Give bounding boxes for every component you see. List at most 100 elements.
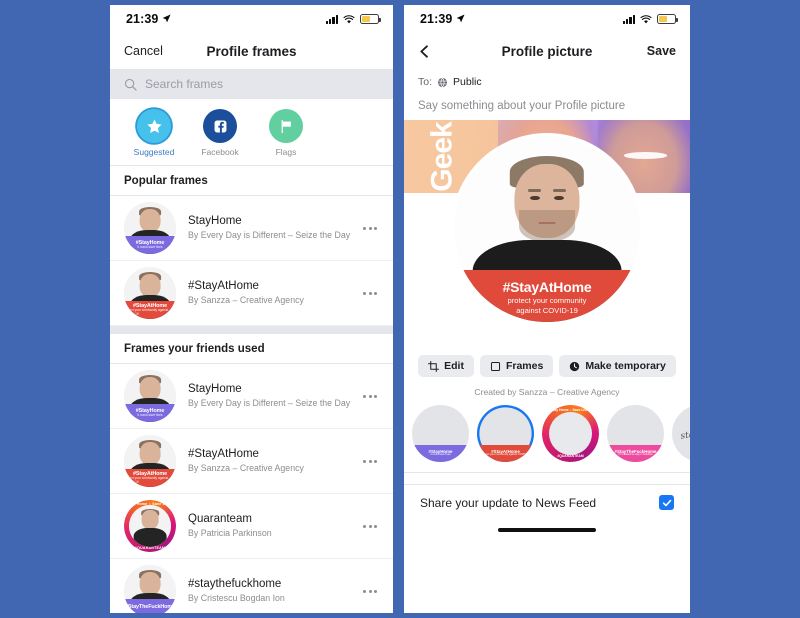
share-to-newsfeed-row[interactable]: Share your update to News Feed — [404, 484, 690, 522]
avatar: #StayHome it could save lives — [124, 202, 176, 254]
more-options-icon[interactable] — [363, 291, 381, 295]
avatar: #StayAtHome protect your community again… — [124, 435, 176, 487]
frame-author: By Sanzza – Creative Agency — [188, 295, 304, 306]
audience-prefix: To: — [418, 76, 433, 88]
make-temporary-button[interactable]: Make temporary — [559, 355, 676, 377]
cellular-bars-icon — [622, 14, 635, 24]
category-tabs: Suggested Facebook Flags — [110, 99, 393, 166]
edit-button[interactable]: Edit — [418, 355, 474, 377]
frame-band-sub: it could save lives — [137, 245, 163, 250]
frame-headline: #StayAtHome — [502, 278, 592, 295]
avatar: #StayAtHome protect your community again… — [124, 267, 176, 319]
category-label: Flags — [275, 147, 297, 157]
share-label: Share your update to News Feed — [420, 495, 597, 510]
battery-low-power-icon — [657, 14, 678, 24]
carousel-frame-selected[interactable]: #StayAtHome protect your community again… — [477, 405, 534, 462]
frame-list-item[interactable]: #StayAtHome protect your community again… — [110, 261, 393, 326]
wifi-icon — [640, 14, 652, 23]
carousel-frame[interactable]: Stay Home ⌂ Save Lives #QUARANTEAM — [542, 405, 599, 462]
section-header-popular: Popular frames — [110, 166, 393, 196]
frame-text: StayHome By Every Day is Different – Sei… — [188, 382, 351, 410]
category-tab-facebook[interactable]: Facebook — [198, 109, 242, 157]
share-checkbox[interactable] — [659, 495, 674, 510]
more-options-icon[interactable] — [363, 524, 381, 528]
location-arrow-icon — [163, 13, 172, 22]
frame-band-sub: I'm blessed to stay in isolation — [618, 453, 653, 457]
frame-band-sub: it could save lives — [137, 413, 163, 418]
compose-input[interactable]: Say something about your Profile picture — [404, 94, 690, 120]
frame-title: #StayAtHome — [188, 280, 259, 293]
facebook-f-icon — [214, 120, 226, 132]
more-options-icon[interactable] — [363, 459, 381, 463]
cellular-bars-icon — [325, 14, 338, 24]
search-input[interactable]: Search frames — [110, 69, 393, 99]
more-options-icon[interactable] — [363, 589, 381, 593]
frame-title: StayHome — [188, 215, 242, 228]
frame-text: #staythefuckhome By Cristescu Bogdan Ion — [188, 577, 351, 605]
script-frame-text: stay safe — [679, 426, 690, 442]
cancel-button[interactable]: Cancel — [124, 44, 163, 58]
category-tab-flags[interactable]: Flags — [264, 109, 308, 157]
save-button[interactable]: Save — [647, 44, 676, 58]
frame-band-sub: protect your community against COVID-19 — [481, 453, 530, 457]
frame-band: #StayAtHome protect your community again… — [124, 469, 176, 487]
category-tab-suggested[interactable]: Suggested — [132, 109, 176, 157]
battery-low-power-icon — [360, 14, 381, 24]
profile-avatar[interactable]: #StayAtHome protect your community again… — [454, 136, 640, 322]
frame-band-text: #StayTheFuckHome — [125, 604, 175, 611]
more-options-icon[interactable] — [363, 394, 381, 398]
location-arrow-icon — [457, 13, 466, 22]
more-options-icon[interactable] — [363, 226, 381, 230]
audience-value: Public — [453, 76, 482, 88]
frame-band: #StayTheFuckHome — [124, 599, 176, 613]
carousel-frame[interactable]: #StayTheFuckHome I'm blessed to stay in … — [607, 405, 664, 462]
frame-list-item[interactable]: #StayHome it could save lives StayHome B… — [110, 196, 393, 261]
frame-title: StayHome — [188, 383, 242, 396]
carousel-frame[interactable]: stay safe — [672, 405, 690, 462]
status-bar-left-group: 21:39 — [126, 12, 172, 26]
spacer — [404, 472, 690, 484]
wifi-icon — [343, 14, 355, 23]
frame-thumbnail: #StayAtHome protect your community again… — [124, 435, 176, 487]
frame-band: #StayTheFuckHome I'm blessed to stay in … — [607, 444, 664, 462]
frame-text: #StayAtHome By Sanzza – Creative Agency — [188, 279, 351, 307]
category-label: Facebook — [201, 147, 239, 157]
frame-thumbnail: #StayAtHome protect your community again… — [124, 267, 176, 319]
home-indicator — [498, 528, 596, 532]
frame-list-item[interactable]: Stay Home ⌂ Save Lives #QUARANTEAM Quara… — [110, 494, 393, 559]
frame-band: #StayHome it could save lives — [124, 404, 176, 422]
home-indicator-area — [404, 522, 690, 539]
frame-band-sub: protect your community against COVID-19 — [124, 308, 169, 316]
frame-title: #staythefuckhome — [188, 578, 282, 591]
section-header-friends: Frames your friends used — [110, 334, 393, 364]
frame-list-item[interactable]: #StayAtHome protect your community again… — [110, 429, 393, 494]
frame-subline-2: against COVID-19 — [516, 306, 578, 316]
frame-text: StayHome By Every Day is Different – Sei… — [188, 214, 351, 242]
frame-thumbnail: Stay Home ⌂ Save Lives #QUARANTEAM — [124, 500, 176, 552]
frame-credit: Created by Sanzza – Creative Agency — [404, 381, 690, 405]
frame-carousel[interactable]: #StayHome it could save lives #StayAtHom… — [404, 405, 690, 472]
audience-selector[interactable]: To: Public — [404, 69, 690, 94]
star-badge — [137, 109, 171, 143]
frame-title: Quaranteam — [188, 513, 252, 526]
frame-text: Quaranteam By Patricia Parkinson — [188, 512, 351, 540]
facebook-badge — [203, 109, 237, 143]
chevron-left-icon[interactable] — [418, 44, 431, 58]
navbar-left: Cancel Profile frames — [110, 33, 393, 69]
search-placeholder: Search frames — [145, 77, 224, 91]
carousel-frame[interactable]: #StayHome it could save lives — [412, 405, 469, 462]
frame-list-item[interactable]: #StayTheFuckHome #staythefuckhome By Cri… — [110, 559, 393, 613]
frame-list-item[interactable]: #StayHome it could save lives StayHome B… — [110, 364, 393, 429]
frame-band: #StayHome it could save lives — [412, 444, 469, 462]
category-label: Suggested — [133, 147, 175, 157]
navbar-right: Profile picture Save — [404, 33, 690, 69]
frame-author: By Every Day is Different – Seize the Da… — [188, 230, 351, 241]
status-time: 21:39 — [126, 12, 159, 26]
frame-subline-1: protect your community — [507, 295, 587, 305]
frame-band-sub: it could save lives — [430, 453, 451, 457]
globe-public-icon — [437, 76, 448, 88]
search-icon — [124, 78, 137, 91]
action-buttons: Edit Frames Make temporary — [404, 353, 690, 381]
frames-button[interactable]: Frames — [479, 355, 554, 377]
edit-label: Edit — [444, 360, 464, 372]
